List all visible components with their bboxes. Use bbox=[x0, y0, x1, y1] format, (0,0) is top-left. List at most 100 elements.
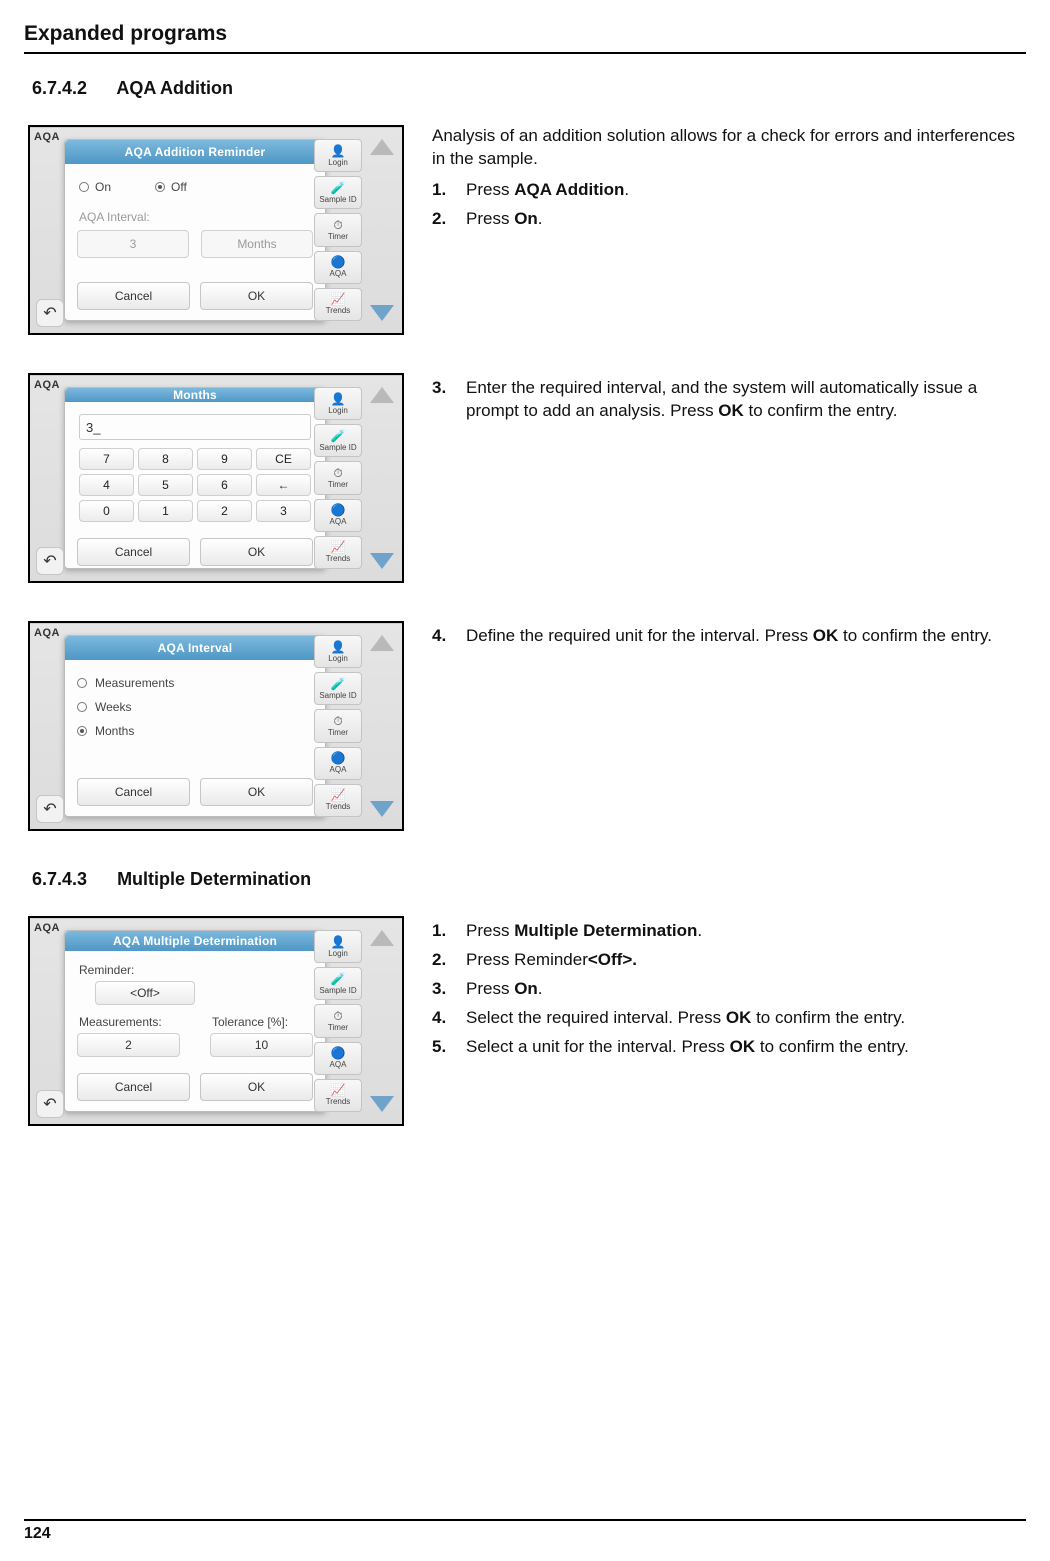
interval-value-field[interactable]: 3 bbox=[77, 230, 189, 258]
dialog-title: Months bbox=[65, 388, 325, 402]
back-button[interactable]: ↶ bbox=[36, 547, 64, 575]
step-body: Press Reminder<Off>. bbox=[466, 949, 1018, 972]
sidebar-aqa[interactable]: 🔵AQA bbox=[314, 1042, 362, 1075]
option-label: Months bbox=[95, 724, 134, 738]
key-ce[interactable]: CE bbox=[256, 448, 311, 470]
key-backspace[interactable]: ← bbox=[256, 474, 311, 496]
sidebar-trends[interactable]: 📈Trends bbox=[314, 536, 362, 569]
sidebar-sample-id[interactable]: 🧪Sample ID bbox=[314, 424, 362, 457]
ok-button[interactable]: OK bbox=[200, 282, 313, 310]
ok-button[interactable]: OK bbox=[200, 538, 313, 566]
aqa-icon: 🔵 bbox=[331, 752, 346, 764]
aqa-icon: 🔵 bbox=[331, 256, 346, 268]
radio-on[interactable]: On bbox=[79, 180, 111, 194]
arrow-up-icon[interactable] bbox=[370, 387, 394, 403]
radio-off[interactable]: Off bbox=[155, 180, 187, 194]
sidebar-trends[interactable]: 📈Trends bbox=[314, 784, 362, 817]
key-5[interactable]: 5 bbox=[138, 474, 193, 496]
arrow-up-icon[interactable] bbox=[370, 635, 394, 651]
key-6[interactable]: 6 bbox=[197, 474, 252, 496]
login-icon: 👤 bbox=[331, 641, 346, 653]
dialog-title: AQA Addition Reminder bbox=[65, 140, 325, 164]
sidebar-aqa[interactable]: 🔵AQA bbox=[314, 251, 362, 284]
sidebar-timer[interactable]: ⏱Timer bbox=[314, 461, 362, 494]
ok-button[interactable]: OK bbox=[200, 1073, 313, 1101]
step-number: 1. bbox=[432, 179, 466, 202]
months-input[interactable]: 3_ bbox=[79, 414, 311, 440]
ok-button[interactable]: OK bbox=[200, 778, 313, 806]
sidebar-login[interactable]: 👤Login bbox=[314, 139, 362, 172]
arrow-up-icon[interactable] bbox=[370, 930, 394, 946]
option-months[interactable]: Months bbox=[77, 724, 313, 738]
trends-icon: 📈 bbox=[331, 541, 346, 553]
option-label: Measurements bbox=[95, 676, 174, 690]
sidebar: 👤Login 🧪Sample ID ⏱Timer 🔵AQA 📈Trends bbox=[314, 387, 362, 569]
sidebar-login[interactable]: 👤Login bbox=[314, 930, 362, 963]
option-weeks[interactable]: Weeks bbox=[77, 700, 313, 714]
sidebar-login[interactable]: 👤Login bbox=[314, 387, 362, 420]
arrow-down-icon[interactable] bbox=[370, 1096, 394, 1112]
key-7[interactable]: 7 bbox=[79, 448, 134, 470]
tolerance-value-button[interactable]: 10 bbox=[210, 1033, 313, 1057]
reminder-value-button[interactable]: <Off> bbox=[95, 981, 195, 1005]
measurements-label: Measurements: bbox=[79, 1015, 180, 1029]
arrow-down-icon[interactable] bbox=[370, 553, 394, 569]
sample-id-icon: 🧪 bbox=[331, 678, 346, 690]
page-header: Expanded programs bbox=[24, 22, 1026, 46]
dialog-aqa-interval: AQA Interval Measurements Weeks Months C… bbox=[64, 635, 326, 817]
trends-icon: 📈 bbox=[331, 1084, 346, 1096]
step-body: Press AQA Addition. bbox=[466, 179, 1018, 202]
aqa-tag: AQA bbox=[34, 627, 60, 639]
step-body: Press On. bbox=[466, 978, 1018, 1001]
key-8[interactable]: 8 bbox=[138, 448, 193, 470]
sidebar-aqa[interactable]: 🔵AQA bbox=[314, 499, 362, 532]
back-button[interactable]: ↶ bbox=[36, 299, 64, 327]
key-3[interactable]: 3 bbox=[256, 500, 311, 522]
sidebar-sample-id[interactable]: 🧪Sample ID bbox=[314, 967, 362, 1000]
sidebar-aqa-label: AQA bbox=[330, 517, 347, 526]
sidebar: 👤Login 🧪Sample ID ⏱Timer 🔵AQA 📈Trends bbox=[314, 635, 362, 817]
sidebar-sample-id[interactable]: 🧪Sample ID bbox=[314, 176, 362, 209]
sample-id-icon: 🧪 bbox=[331, 973, 346, 985]
scroll-arrows bbox=[368, 139, 396, 321]
sidebar-timer[interactable]: ⏱Timer bbox=[314, 213, 362, 246]
reminder-label: Reminder: bbox=[79, 963, 313, 977]
interval-unit-field[interactable]: Months bbox=[201, 230, 313, 258]
screenshot-multiple-determination: AQA AQA Multiple Determination Reminder:… bbox=[28, 916, 404, 1126]
step-number: 1. bbox=[432, 920, 466, 943]
cancel-button[interactable]: Cancel bbox=[77, 538, 190, 566]
row-aqa-addition-1: AQA AQA Addition Reminder On Off AQA Int… bbox=[24, 125, 1026, 335]
key-2[interactable]: 2 bbox=[197, 500, 252, 522]
trends-icon: 📈 bbox=[331, 293, 346, 305]
key-0[interactable]: 0 bbox=[79, 500, 134, 522]
sidebar-trends[interactable]: 📈Trends bbox=[314, 288, 362, 321]
sidebar-aqa-label: AQA bbox=[330, 269, 347, 278]
cancel-button[interactable]: Cancel bbox=[77, 1073, 190, 1101]
step-body: Enter the required interval, and the sys… bbox=[466, 377, 1018, 423]
sidebar-sample-id-label: Sample ID bbox=[319, 443, 356, 452]
radio-dot-icon bbox=[77, 702, 87, 712]
back-button[interactable]: ↶ bbox=[36, 1090, 64, 1118]
sample-id-icon: 🧪 bbox=[331, 430, 346, 442]
sidebar-trends[interactable]: 📈Trends bbox=[314, 1079, 362, 1112]
sidebar-aqa[interactable]: 🔵AQA bbox=[314, 747, 362, 780]
sidebar-timer[interactable]: ⏱Timer bbox=[314, 709, 362, 742]
radio-dot-filled-icon bbox=[155, 182, 165, 192]
key-9[interactable]: 9 bbox=[197, 448, 252, 470]
arrow-up-icon[interactable] bbox=[370, 139, 394, 155]
cancel-button[interactable]: Cancel bbox=[77, 778, 190, 806]
option-measurements[interactable]: Measurements bbox=[77, 676, 313, 690]
sidebar: 👤Login 🧪Sample ID ⏱Timer 🔵AQA 📈Trends bbox=[314, 930, 362, 1112]
key-4[interactable]: 4 bbox=[79, 474, 134, 496]
sidebar-timer[interactable]: ⏱Timer bbox=[314, 1004, 362, 1037]
scroll-arrows bbox=[368, 930, 396, 1112]
key-1[interactable]: 1 bbox=[138, 500, 193, 522]
sidebar-sample-id[interactable]: 🧪Sample ID bbox=[314, 672, 362, 705]
back-button[interactable]: ↶ bbox=[36, 795, 64, 823]
arrow-down-icon[interactable] bbox=[370, 305, 394, 321]
sidebar-login[interactable]: 👤Login bbox=[314, 635, 362, 668]
login-icon: 👤 bbox=[331, 393, 346, 405]
arrow-down-icon[interactable] bbox=[370, 801, 394, 817]
cancel-button[interactable]: Cancel bbox=[77, 282, 190, 310]
measurements-value-button[interactable]: 2 bbox=[77, 1033, 180, 1057]
